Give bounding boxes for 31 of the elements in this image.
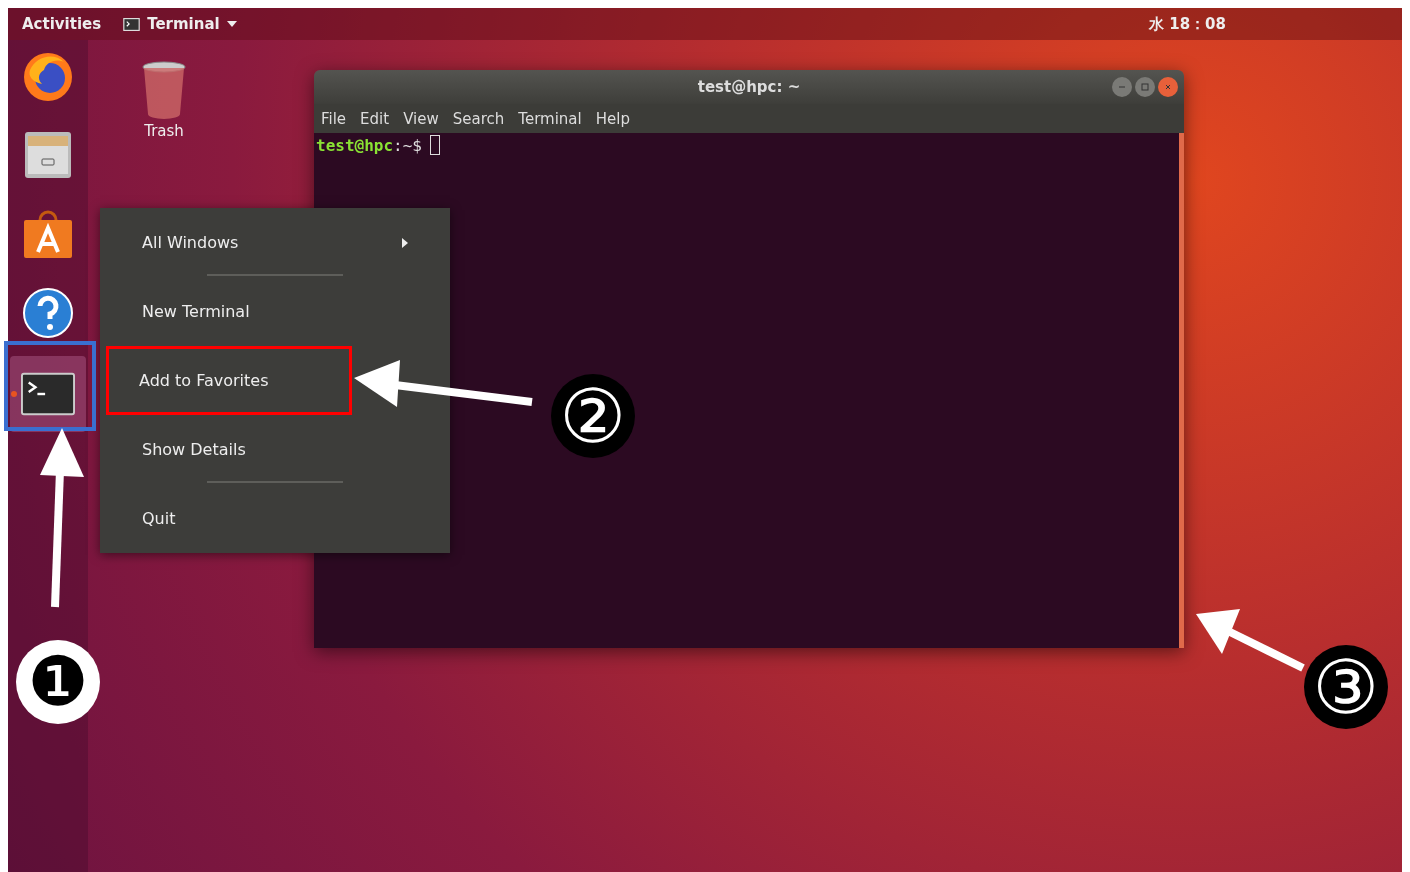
fox-globe-icon [22,50,74,102]
terminal-icon [123,17,141,31]
dock-item[interactable] [10,356,86,432]
text-cursor [429,135,440,155]
close-icon [1163,82,1173,92]
menu-item[interactable]: Add to Favorites [106,346,352,415]
shopping-bag-icon [22,208,74,260]
trash-label[interactable]: Trash [144,122,184,140]
menu-item[interactable]: Help [595,109,630,128]
terminal-icon [21,372,75,416]
submenu-arrow-icon [402,237,408,248]
clock[interactable]: 水 18：08 [1149,14,1226,34]
menu-item[interactable]: Terminal [518,109,582,128]
menu-item[interactable]: File [321,109,347,128]
app-menu[interactable]: Terminal [123,15,237,33]
trash-can-icon[interactable] [141,60,187,120]
close-button[interactable] [1158,77,1178,97]
file-cabinet-icon [22,129,74,181]
dock-item[interactable] [20,285,76,341]
maximize-icon [1140,82,1150,92]
activities-button[interactable]: Activities [22,15,102,33]
caret-icon [226,21,237,27]
window-title: test@hpc: ~ [697,78,801,96]
menu-item[interactable]: View [403,109,439,128]
menu-item[interactable]: New Terminal [106,277,444,346]
prompt-user: test@hpc [316,135,394,155]
menu-item[interactable]: Quit [106,484,444,553]
menu-item[interactable]: Search [452,109,505,128]
menu-item[interactable]: Edit [360,109,390,128]
help-icon [22,287,74,339]
prompt-path: :~$ [393,135,422,155]
